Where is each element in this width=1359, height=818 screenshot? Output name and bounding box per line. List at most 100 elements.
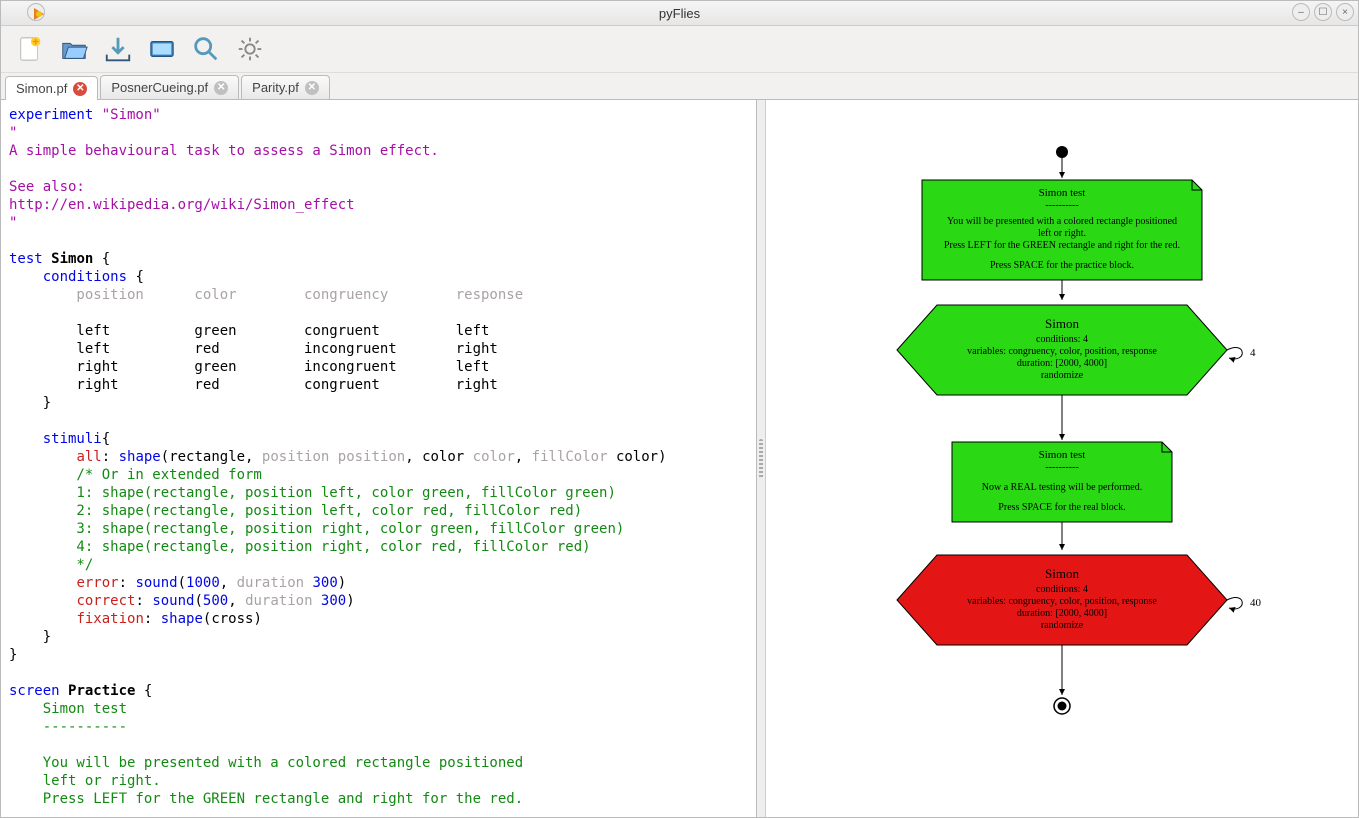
code-punc: ) <box>338 575 346 591</box>
code-punc: } <box>9 647 17 663</box>
code-punc: ) <box>346 593 354 609</box>
code-punc: ( <box>178 575 186 591</box>
code-keyword: stimuli <box>43 431 102 447</box>
code-key: correct <box>76 593 135 609</box>
diagram-text: Simon test <box>1039 449 1086 461</box>
code-arg: position position <box>262 449 405 465</box>
code-punc: ) <box>658 449 666 465</box>
code-string: A simple behavioural task to assess a Si… <box>9 143 439 159</box>
diagram-screen-block-1: Simon test ---------- You will be presen… <box>922 180 1202 280</box>
code-arg: fillColor <box>532 449 608 465</box>
code-key: fixation <box>76 611 143 627</box>
code-screen-text: left or right. <box>9 773 161 789</box>
application-window: ◦ pyFlies – ☐ × Simon.pf <box>0 0 1359 818</box>
toolbar <box>1 26 1358 73</box>
code-punc: , <box>245 449 262 465</box>
code-func: sound <box>135 575 177 591</box>
diagram-text: variables: congruency, color, position, … <box>967 596 1157 607</box>
diagram-text: Now a REAL testing will be performed. <box>982 482 1142 493</box>
diagram-text: left or right. <box>1038 228 1086 239</box>
tab-bar: Simon.pf ✕ PosnerCueing.pf ✕ Parity.pf ✕ <box>1 73 1358 99</box>
new-file-button[interactable] <box>11 30 49 68</box>
code-punc: { <box>102 431 110 447</box>
maximize-button[interactable]: ☐ <box>1314 3 1332 21</box>
code-arg: color <box>608 449 659 465</box>
content-area: experiment "Simon" " A simple behavioura… <box>1 99 1358 817</box>
diagram-viewer[interactable]: Simon test ---------- You will be presen… <box>766 100 1358 817</box>
diagram-text: randomize <box>1041 370 1084 381</box>
code-punc: { <box>127 269 144 285</box>
code-indent <box>9 269 43 285</box>
code-key: all <box>76 449 101 465</box>
close-button[interactable]: × <box>1336 3 1354 21</box>
run-button[interactable] <box>143 30 181 68</box>
code-header: position color congruency response <box>9 287 523 303</box>
code-punc: ) <box>253 611 261 627</box>
code-func: shape <box>161 611 203 627</box>
open-file-button[interactable] <box>55 30 93 68</box>
diagram-loop-arrow <box>1227 598 1242 609</box>
code-string: See also: <box>9 179 85 195</box>
diagram-text: ---------- <box>1045 200 1078 211</box>
code-string: " <box>9 215 17 231</box>
tab-posner[interactable]: PosnerCueing.pf ✕ <box>100 75 239 99</box>
code-ident: Practice <box>68 683 135 699</box>
diagram-test-block-2: Simon conditions: 4 variables: congruenc… <box>897 555 1262 645</box>
code-num: 300 <box>321 593 346 609</box>
code-keyword: experiment <box>9 107 102 123</box>
diagram-text: Simon <box>1045 566 1079 581</box>
title-bar: ◦ pyFlies – ☐ × <box>1 1 1358 26</box>
diagram-loop-label: 4 <box>1250 347 1256 359</box>
code-string: "Simon" <box>102 107 161 123</box>
code-arg: duration <box>237 575 313 591</box>
code-punc: } <box>9 629 51 645</box>
tab-error-icon[interactable]: ✕ <box>73 82 87 96</box>
code-row: left green congruent left <box>9 323 489 339</box>
code-screen-text: ---------- <box>9 719 127 735</box>
code-punc: : <box>102 449 119 465</box>
code-keyword: screen <box>9 683 68 699</box>
tab-simon[interactable]: Simon.pf ✕ <box>5 76 98 100</box>
code-arg: color <box>464 449 515 465</box>
diagram-text: You will be presented with a colored rec… <box>947 216 1177 227</box>
code-punc: ( <box>161 449 169 465</box>
diagram-screen-block-2: Simon test ---------- Now a REAL testing… <box>952 442 1172 522</box>
window-controls-left: ◦ <box>5 3 45 21</box>
code-string: " <box>9 125 17 141</box>
code-punc: , <box>515 449 532 465</box>
code-comment: /* Or in extended form <box>9 467 262 483</box>
code-punc: { <box>93 251 110 267</box>
code-screen-text: Press LEFT for the GREEN rectangle and r… <box>9 791 523 807</box>
code-screen-text: Simon test <box>9 701 127 717</box>
tab-label: Parity.pf <box>252 80 299 95</box>
diagram-test-block-1: Simon conditions: 4 variables: congruenc… <box>897 305 1256 395</box>
minimize-button[interactable]: – <box>1292 3 1310 21</box>
code-num: 1000 <box>186 575 220 591</box>
window-controls-right: – ☐ × <box>1292 3 1354 21</box>
tab-parity[interactable]: Parity.pf ✕ <box>241 75 330 99</box>
window-title: pyFlies <box>659 6 700 21</box>
diagram-end-node-inner <box>1058 702 1067 711</box>
tab-close-icon[interactable]: ✕ <box>305 81 319 95</box>
code-comment: 4: shape(rectangle, position right, colo… <box>9 539 591 555</box>
code-comment: 1: shape(rectangle, position left, color… <box>9 485 616 501</box>
diagram-loop-label: 40 <box>1250 597 1262 609</box>
pane-splitter[interactable] <box>757 100 766 817</box>
code-punc: : <box>144 611 161 627</box>
code-func: shape <box>119 449 161 465</box>
diagram-text: conditions: 4 <box>1036 584 1088 595</box>
code-arg: color <box>422 449 464 465</box>
code-indent <box>9 449 76 465</box>
diagram-text: Simon <box>1045 316 1079 331</box>
zoom-button[interactable] <box>187 30 225 68</box>
preferences-button[interactable] <box>231 30 269 68</box>
diagram-loop-arrow <box>1227 348 1242 359</box>
code-arg: duration <box>245 593 321 609</box>
code-editor[interactable]: experiment "Simon" " A simple behavioura… <box>1 100 757 817</box>
code-screen-text: You will be presented with a colored rec… <box>9 755 523 771</box>
code-func: sound <box>152 593 194 609</box>
save-file-button[interactable] <box>99 30 137 68</box>
tab-close-icon[interactable]: ✕ <box>214 81 228 95</box>
code-indent <box>9 431 43 447</box>
code-punc: ( <box>194 593 202 609</box>
